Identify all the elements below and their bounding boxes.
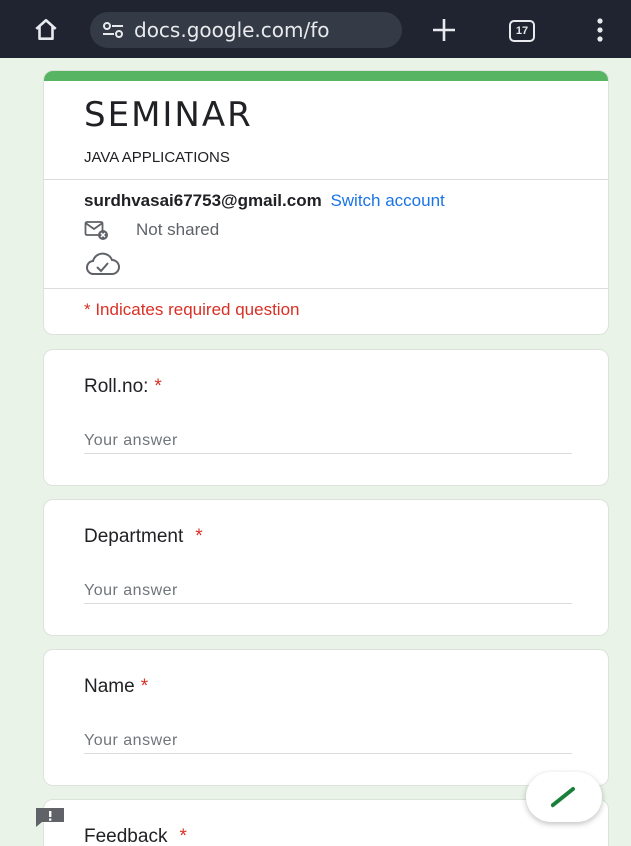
more-vert-icon[interactable] [590,16,610,44]
edit-button[interactable] [526,772,602,822]
question-card-department: Department * [43,499,609,636]
required-star: * [140,676,149,697]
department-input[interactable] [84,578,572,604]
question-label: Department * [84,526,203,548]
name-input[interactable] [84,728,572,754]
tune-icon[interactable] [102,21,124,39]
plus-icon[interactable] [428,14,460,46]
feedback-icon[interactable] [34,806,66,828]
question-label: Roll.no: * [84,376,162,398]
roll-no-input[interactable] [84,428,572,454]
account-email: surdhvasai67753@gmail.com [84,191,322,210]
question-label: Name * [84,676,148,698]
home-icon[interactable] [30,14,62,46]
url-text: docs.google.com/fo [134,18,330,42]
question-text: Name [84,676,135,697]
question-card-roll-no: Roll.no: * [43,349,609,486]
browser-toolbar: docs.google.com/fo 17 [0,0,631,58]
form-header-card: SEMINAR JAVA APPLICATIONS surdhvasai6775… [43,70,609,335]
required-star: * [179,826,187,846]
question-card-name: Name * [43,649,609,786]
shared-status-row: Not shared [84,219,219,241]
account-row: surdhvasai67753@gmail.com Switch account [84,191,445,211]
cloud-done-icon [84,251,122,282]
header-accent-bar [44,71,608,81]
switch-account-link[interactable]: Switch account [330,191,444,210]
question-text: Roll.no: [84,376,149,397]
form-title: SEMINAR [84,95,253,135]
address-bar[interactable]: docs.google.com/fo [90,12,402,48]
tab-count: 17 [515,25,529,37]
question-card-feedback: Feedback * [43,799,609,846]
divider [44,179,608,180]
required-star: * [195,526,203,547]
divider [44,288,608,289]
question-label: Feedback * [84,826,187,846]
tabs-icon[interactable]: 17 [509,20,535,42]
required-star: * [154,376,162,397]
required-note: * Indicates required question [84,300,300,319]
question-text: Feedback [84,826,168,846]
form-description: JAVA APPLICATIONS [84,149,230,166]
pencil-icon [551,787,575,808]
shared-status-label: Not shared [136,220,220,239]
question-text: Department [84,526,184,547]
mail-off-icon [84,221,108,240]
